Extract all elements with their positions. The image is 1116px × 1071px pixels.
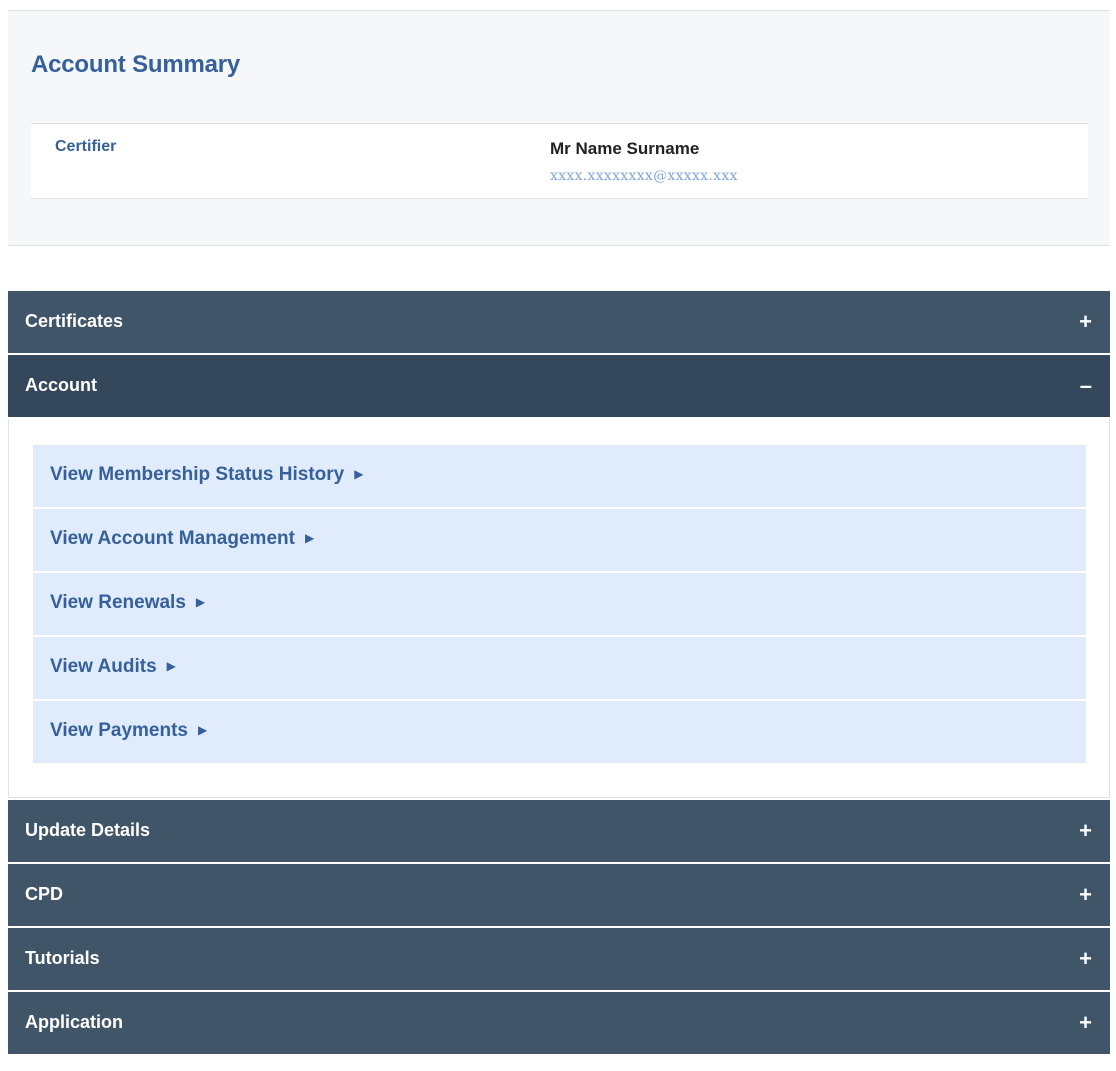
accordion-label-application: Application bbox=[25, 1012, 123, 1032]
plus-icon: + bbox=[1079, 818, 1092, 843]
accordion-label-certificates: Certificates bbox=[25, 311, 124, 331]
certifier-name: Mr Name Surname bbox=[550, 139, 700, 158]
link-label: View Audits bbox=[50, 656, 157, 677]
plus-icon: + bbox=[1079, 1010, 1092, 1035]
triangle-right-icon: ▶ bbox=[304, 531, 315, 545]
account-summary-title: Account Summary bbox=[31, 51, 241, 78]
accordion-header-update-details[interactable]: Update Details + bbox=[8, 800, 1110, 864]
link-label: View Renewals bbox=[50, 592, 186, 613]
triangle-right-icon: ▶ bbox=[198, 723, 208, 737]
plus-icon: + bbox=[1079, 946, 1092, 971]
link-label: View Membership Status History bbox=[50, 464, 345, 485]
plus-icon: + bbox=[1079, 309, 1092, 334]
accordion-label-tutorials: Tutorials bbox=[25, 948, 100, 968]
triangle-right-icon: ▶ bbox=[354, 467, 364, 481]
accordion-header-application[interactable]: Application + bbox=[8, 992, 1110, 1056]
minus-icon: – bbox=[1079, 373, 1092, 398]
link-label-container: View Membership Status History ▶ bbox=[50, 464, 363, 486]
view-account-management-link[interactable]: View Account Management ▶ bbox=[33, 509, 1086, 571]
account-panel: View Membership Status History ▶ View Acc… bbox=[8, 419, 1110, 798]
accordion-label-account: Account bbox=[25, 375, 97, 395]
accordion-label-update-details: Update Details bbox=[25, 820, 151, 840]
plus-icon: + bbox=[1079, 882, 1092, 907]
certifier-row: Certifier Mr Name Surname xxxx.xxxxxxxx@… bbox=[31, 123, 1088, 199]
link-label-container: View Audits ▶ bbox=[50, 656, 176, 678]
triangle-right-icon: ▶ bbox=[195, 595, 206, 609]
accordion-header-certificates[interactable]: Certificates + bbox=[8, 291, 1110, 355]
link-label-container: View Renewals ▶ bbox=[50, 592, 205, 614]
certifier-label: Certifier bbox=[55, 138, 117, 155]
accordion-header-account[interactable]: Account – bbox=[8, 355, 1110, 419]
accordion-header-cpd[interactable]: CPD + bbox=[8, 864, 1110, 928]
link-label-container: View Account Management ▶ bbox=[50, 528, 314, 550]
link-label-container: View Payments ▶ bbox=[50, 720, 207, 742]
view-audits-link[interactable]: View Audits ▶ bbox=[33, 637, 1086, 699]
accordion-header-tutorials[interactable]: Tutorials + bbox=[8, 928, 1110, 992]
dashboard-accordion: Certificates + Account – View Membership… bbox=[8, 291, 1110, 1056]
view-renewals-link[interactable]: View Renewals ▶ bbox=[33, 573, 1086, 635]
view-membership-status-history-link[interactable]: View Membership Status History ▶ bbox=[33, 445, 1086, 507]
link-label: View Account Management bbox=[50, 528, 295, 549]
view-payments-link[interactable]: View Payments ▶ bbox=[33, 701, 1086, 763]
link-label: View Payments bbox=[50, 720, 189, 741]
certifier-email-link[interactable]: xxxx.xxxxxxxx@xxxxx.xxx bbox=[550, 168, 738, 184]
accordion-label-cpd: CPD bbox=[25, 884, 64, 904]
triangle-right-icon: ▶ bbox=[166, 659, 176, 673]
account-summary-panel: Account Summary Certifier Mr Name Surnam… bbox=[8, 10, 1110, 246]
